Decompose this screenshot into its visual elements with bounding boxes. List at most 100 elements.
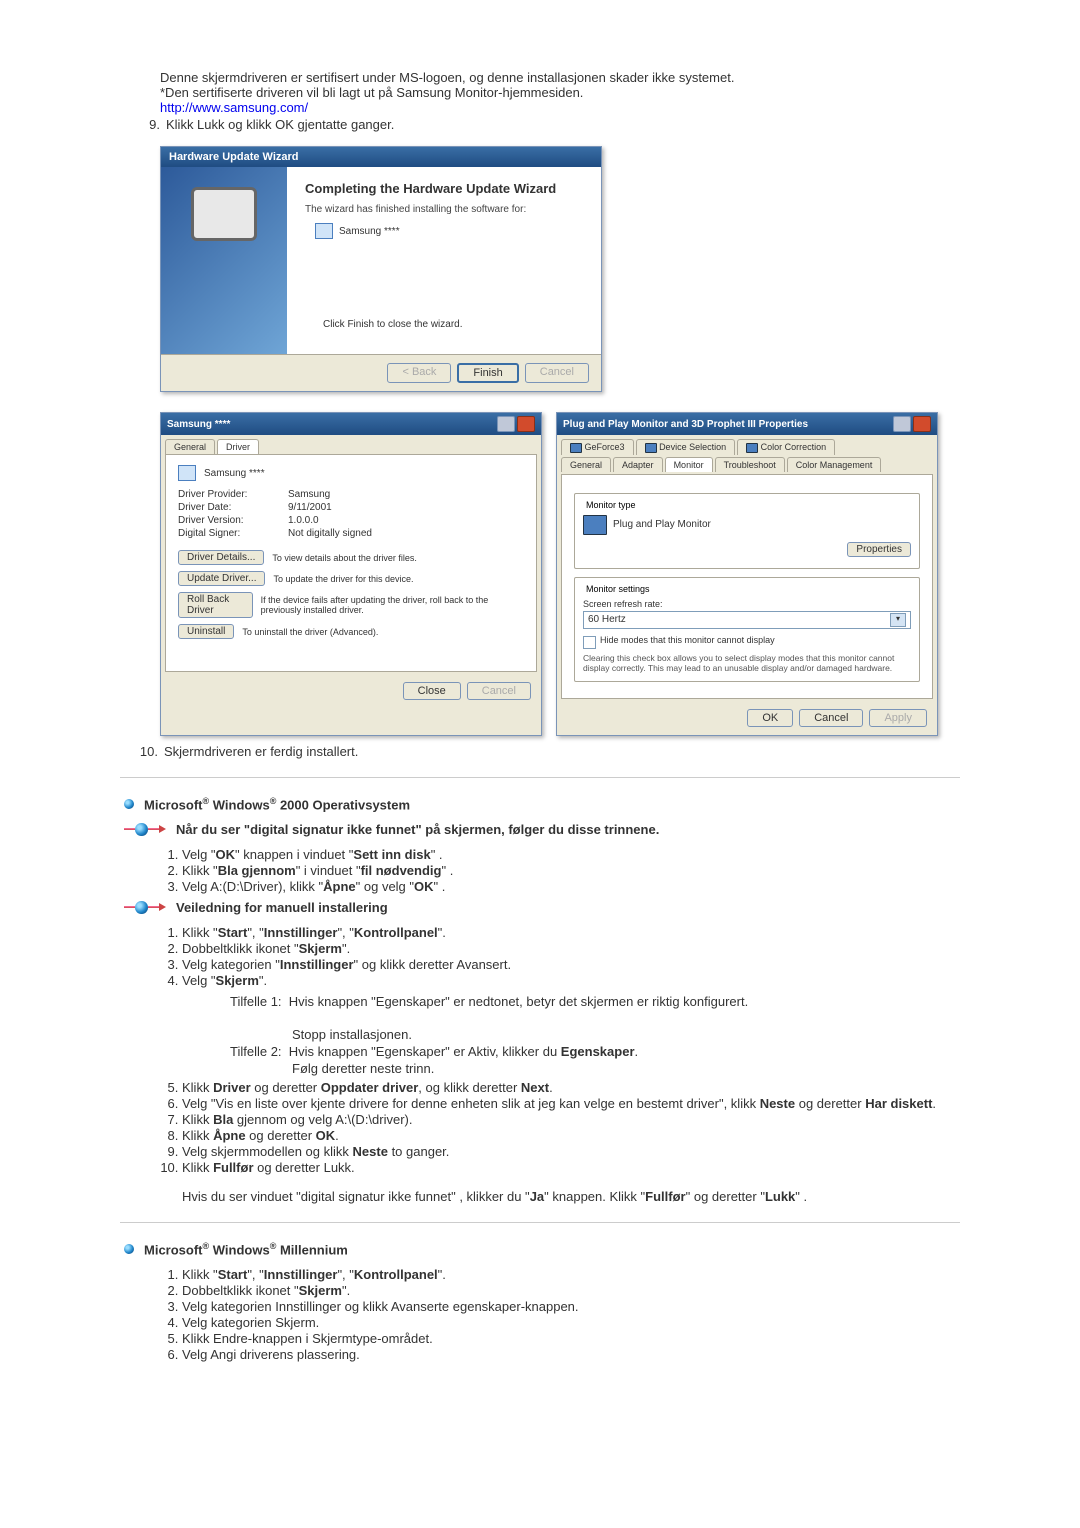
wizard-cancel-button: Cancel xyxy=(525,363,589,383)
pnp-apply-button: Apply xyxy=(869,709,927,727)
monitor-settings-label: Monitor settings xyxy=(583,584,653,594)
monitor-icon xyxy=(315,223,333,239)
hardware-update-wizard-dialog: Hardware Update Wizard Completing the Ha… xyxy=(160,146,602,392)
update-driver-desc: To update the driver for this device. xyxy=(273,574,413,584)
help-icon[interactable] xyxy=(497,416,515,432)
win2000-trailer: Hvis du ser vinduet "digital signatur ik… xyxy=(182,1189,960,1204)
list-item: Velg A:(D:\Driver), klikk "Åpne" og velg… xyxy=(182,879,960,894)
tab-troubleshoot[interactable]: Troubleshoot xyxy=(715,457,785,472)
help-icon[interactable] xyxy=(893,416,911,432)
monitor-type-value: Plug and Play Monitor xyxy=(613,519,711,530)
intro-line-2: *Den sertifiserte driveren vil bli lagt … xyxy=(160,85,960,100)
rollback-driver-button[interactable]: Roll Back Driver xyxy=(178,592,253,618)
driver-details-desc: To view details about the driver files. xyxy=(272,553,417,563)
rollback-driver-desc: If the device fails after updating the d… xyxy=(261,595,524,615)
hide-modes-checkbox[interactable] xyxy=(583,636,596,649)
intro-line-1: Denne skjermdriveren er sertifisert unde… xyxy=(160,70,960,85)
tab-general-2[interactable]: General xyxy=(561,457,611,472)
wizard-left-panel xyxy=(161,167,287,354)
list-item: Klikk Driver og deretter Oppdater driver… xyxy=(182,1080,960,1095)
drvprop-title: Samsung **** xyxy=(167,419,230,430)
step-9-text: Klikk Lukk og klikk OK gjentatte ganger. xyxy=(166,117,960,132)
tab-adapter[interactable]: Adapter xyxy=(613,457,663,472)
list-item: Velg kategorien Innstillinger og klikk A… xyxy=(182,1299,960,1314)
tab-driver[interactable]: Driver xyxy=(217,439,259,454)
list-item: Velg "Vis en liste over kjente drivere f… xyxy=(182,1096,960,1111)
arrow-marker-icon xyxy=(124,900,166,914)
list-item: Klikk Fullfør og deretter Lukk. xyxy=(182,1160,960,1175)
close-icon[interactable] xyxy=(517,416,535,432)
kv2-k: Driver Version: xyxy=(178,515,288,526)
step-10-text: Skjermdriveren er ferdig installert. xyxy=(164,744,960,759)
list-item: Klikk "Start", "Innstillinger", "Kontrol… xyxy=(182,925,960,940)
list-item: Velg skjermmodellen og klikk Neste to ga… xyxy=(182,1144,960,1159)
kv1-k: Driver Date: xyxy=(178,502,288,513)
properties-button[interactable]: Properties xyxy=(847,542,911,557)
monitor-type-label: Monitor type xyxy=(583,500,639,510)
wizard-subtext: The wizard has finished installing the s… xyxy=(305,204,583,215)
wizard-heading: Completing the Hardware Update Wizard xyxy=(305,181,583,196)
update-driver-button[interactable]: Update Driver... xyxy=(178,571,265,586)
manual-install-heading: Veiledning for manuell installering xyxy=(176,900,388,915)
section-bullet-icon xyxy=(124,1244,134,1254)
drvprop-cancel-button: Cancel xyxy=(467,682,531,700)
divider xyxy=(120,1222,960,1223)
list-item: Dobbeltklikk ikonet "Skjerm". xyxy=(182,941,960,956)
chevron-down-icon: ▾ xyxy=(890,613,906,627)
kv3-k: Digital Signer: xyxy=(178,528,288,539)
driver-properties-dialog: Samsung **** General Driver Samsung ****… xyxy=(160,412,542,736)
kv3-v: Not digitally signed xyxy=(288,528,372,539)
tab-color-management[interactable]: Color Management xyxy=(787,457,882,472)
hide-modes-label: Hide modes that this monitor cannot disp… xyxy=(600,635,775,645)
list-item: Klikk Åpne og deretter OK. xyxy=(182,1128,960,1143)
kv0-k: Driver Provider: xyxy=(178,489,288,500)
close-icon[interactable] xyxy=(913,416,931,432)
manual-steps-list-2: Klikk Driver og deretter Oppdater driver… xyxy=(120,1080,960,1175)
wizard-back-button: < Back xyxy=(387,363,451,383)
tilfelle-1: Tilfelle 1: Hvis knappen "Egenskaper" er… xyxy=(182,994,960,1009)
wizard-note: Click Finish to close the wizard. xyxy=(305,239,583,340)
hide-modes-desc: Clearing this check box allows you to se… xyxy=(583,653,911,673)
wizard-titlebar: Hardware Update Wizard xyxy=(161,147,601,167)
refresh-rate-dropdown[interactable]: 60 Hertz ▾ xyxy=(583,611,911,629)
step-9-number: 9. xyxy=(132,117,166,132)
winme-heading: Microsoft® Windows® Millennium xyxy=(144,1241,348,1257)
tab-color-correction[interactable]: Color Correction xyxy=(737,439,835,455)
list-item: Velg "OK" knappen i vinduet "Sett inn di… xyxy=(182,847,960,862)
step-10-number: 10. xyxy=(124,744,164,759)
tab-geforce3[interactable]: GeForce3 xyxy=(561,439,634,455)
list-item: Klikk "Start", "Innstillinger", "Kontrol… xyxy=(182,1267,960,1282)
wizard-finish-button[interactable]: Finish xyxy=(457,363,518,383)
monitor-icon xyxy=(583,515,607,535)
uninstall-button[interactable]: Uninstall xyxy=(178,624,234,639)
stopp-line: Stopp installasjonen. xyxy=(182,1027,960,1042)
driver-details-button[interactable]: Driver Details... xyxy=(178,550,264,565)
tab-device-selection[interactable]: Device Selection xyxy=(636,439,736,455)
wizard-device-name: Samsung **** xyxy=(339,226,400,237)
refresh-rate-value: 60 Hertz xyxy=(588,614,626,625)
section-bullet-icon xyxy=(124,799,134,809)
winme-steps-list: Klikk "Start", "Innstillinger", "Kontrol… xyxy=(120,1267,960,1362)
tab-monitor[interactable]: Monitor xyxy=(665,457,713,472)
refresh-rate-label: Screen refresh rate: xyxy=(583,599,911,609)
tab-general[interactable]: General xyxy=(165,439,215,454)
wizard-device-icon xyxy=(191,187,257,241)
list-item: Klikk "Bla gjennom" i vinduet "fil nødve… xyxy=(182,863,960,878)
list-item: Velg Angi driverens plassering. xyxy=(182,1347,960,1362)
pnp-cancel-button[interactable]: Cancel xyxy=(799,709,863,727)
sig-steps-list: Velg "OK" knappen i vinduet "Sett inn di… xyxy=(120,847,960,894)
divider xyxy=(120,777,960,778)
samsung-link[interactable]: http://www.samsung.com/ xyxy=(160,100,308,115)
kv2-v: 1.0.0.0 xyxy=(288,515,319,526)
list-item: Klikk Endre-knappen i Skjermtype-området… xyxy=(182,1331,960,1346)
sig-not-found-heading: Når du ser "digital signatur ikke funnet… xyxy=(176,822,659,837)
kv0-v: Samsung xyxy=(288,489,330,500)
uninstall-desc: To uninstall the driver (Advanced). xyxy=(242,627,378,637)
drvprop-device: Samsung **** xyxy=(204,468,265,479)
manual-steps-list: Klikk "Start", "Innstillinger", "Kontrol… xyxy=(120,925,960,988)
list-item: Velg "Skjerm". xyxy=(182,973,960,988)
pnp-ok-button[interactable]: OK xyxy=(747,709,793,727)
drvprop-close-button[interactable]: Close xyxy=(403,682,461,700)
tilfelle-2: Tilfelle 2: Hvis knappen "Egenskaper" er… xyxy=(182,1044,960,1059)
kv1-v: 9/11/2001 xyxy=(288,502,332,513)
